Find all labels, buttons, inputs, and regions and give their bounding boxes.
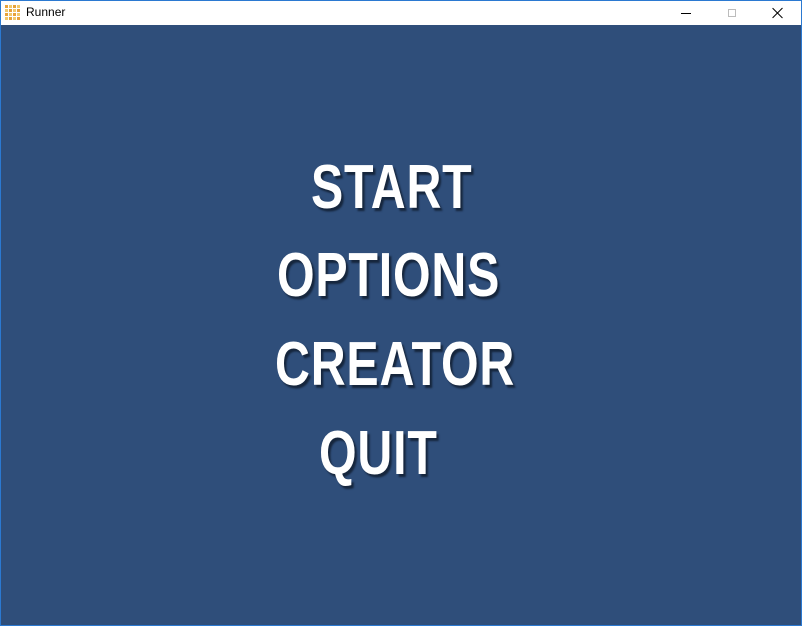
close-button[interactable] — [755, 1, 801, 25]
game-window: Runner START OPTIONS CREATOR QUIT — [0, 0, 802, 626]
title-bar[interactable]: Runner — [1, 1, 801, 25]
close-icon — [772, 7, 784, 19]
quit-button[interactable]: QUIT — [319, 423, 438, 485]
window-title: Runner — [26, 5, 66, 19]
minimize-icon — [681, 12, 691, 14]
main-menu-screen: START OPTIONS CREATOR QUIT — [1, 25, 801, 625]
app-grid-icon — [5, 5, 20, 20]
start-button[interactable]: START — [311, 157, 472, 219]
creator-button[interactable]: CREATOR — [275, 334, 515, 396]
minimize-button[interactable] — [663, 1, 709, 25]
maximize-button[interactable] — [709, 1, 755, 25]
options-button[interactable]: OPTIONS — [277, 245, 500, 307]
maximize-icon — [728, 9, 736, 17]
